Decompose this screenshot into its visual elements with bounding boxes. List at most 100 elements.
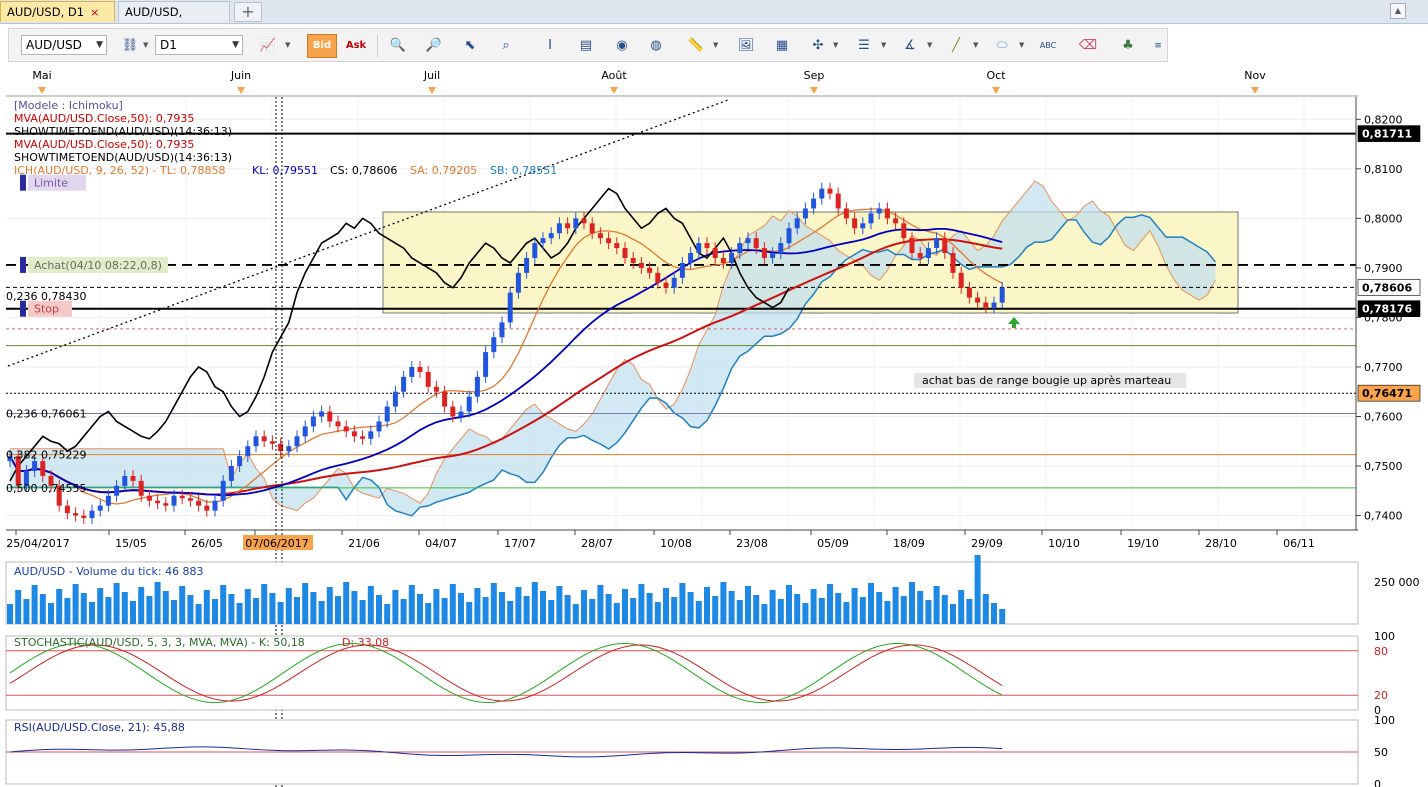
candle-body bbox=[351, 431, 357, 437]
candle-body bbox=[433, 386, 439, 392]
price-tag-label: 0,81711 bbox=[1362, 128, 1412, 141]
candle-body bbox=[712, 248, 718, 258]
volume-bar bbox=[499, 592, 505, 624]
candle-body bbox=[614, 243, 620, 249]
date-tick-label: 15/05 bbox=[115, 537, 147, 550]
volume-bar bbox=[851, 588, 858, 624]
date-tick-label: 26/05 bbox=[191, 537, 223, 550]
volume-bar bbox=[39, 594, 46, 624]
date-tick-label: 21/06 bbox=[348, 537, 380, 550]
candle-body bbox=[876, 208, 882, 214]
volume-bar bbox=[89, 602, 95, 624]
volume-bar bbox=[728, 591, 735, 624]
volume-bar bbox=[179, 586, 186, 624]
fib-label: 0,236 0,76061 bbox=[6, 408, 86, 421]
volume-bar bbox=[343, 582, 350, 624]
candle-body bbox=[909, 238, 915, 254]
volume-bar bbox=[761, 604, 768, 624]
candle-body bbox=[392, 391, 398, 407]
month-label: Oct bbox=[986, 69, 1006, 82]
volume-bar bbox=[15, 590, 22, 624]
fib-label: 0,500 0,74555 bbox=[6, 482, 86, 495]
stochastic-tick-label: 20 bbox=[1374, 689, 1388, 702]
volume-bar bbox=[244, 589, 251, 624]
month-label: Mai bbox=[32, 69, 51, 82]
volume-bar bbox=[736, 600, 743, 624]
candle-body bbox=[409, 366, 415, 377]
volume-bar bbox=[490, 583, 497, 624]
candle-body bbox=[852, 218, 858, 229]
volume-bar bbox=[269, 593, 276, 624]
volume-bar bbox=[335, 596, 341, 624]
candle-body bbox=[827, 188, 833, 194]
candle-body bbox=[122, 475, 128, 486]
order-handle bbox=[20, 256, 26, 273]
candle-body bbox=[843, 208, 849, 219]
candle-body bbox=[253, 436, 259, 447]
volume-bar bbox=[646, 593, 653, 624]
candle-body bbox=[655, 272, 661, 283]
date-tick-label: 10/08 bbox=[660, 537, 692, 550]
candle-body bbox=[942, 238, 948, 254]
volume-bar bbox=[294, 597, 300, 624]
volume-bar bbox=[843, 602, 850, 624]
candle-body bbox=[884, 208, 890, 219]
fib-label: 0,382 0,75229 bbox=[6, 449, 86, 462]
candle-body bbox=[360, 436, 366, 439]
volume-bar bbox=[884, 601, 891, 624]
candle-body bbox=[81, 515, 87, 519]
volume-bar bbox=[556, 586, 563, 624]
month-label: Sep bbox=[804, 69, 825, 82]
candle-body bbox=[384, 406, 390, 422]
volume-bar bbox=[868, 583, 874, 624]
volume-bar bbox=[777, 599, 784, 624]
candle-body bbox=[97, 505, 103, 511]
date-tick-label: 04/07 bbox=[425, 537, 457, 550]
candle-body bbox=[310, 416, 316, 427]
volume-bar bbox=[474, 588, 481, 624]
candle-body bbox=[483, 352, 489, 377]
volume-bar bbox=[613, 603, 620, 624]
candle-body bbox=[893, 218, 899, 224]
price-tick-label: 0,8100 bbox=[1364, 163, 1403, 176]
legend-entry: SHOWTIMETOEND(AUD/USD)(14:36:13) bbox=[14, 125, 232, 138]
candle-body bbox=[237, 456, 243, 467]
volume-bar bbox=[630, 598, 637, 624]
candle-body bbox=[737, 243, 743, 254]
candle-body bbox=[868, 213, 874, 224]
date-tick-label: 29/09 bbox=[971, 537, 1003, 550]
candle-body bbox=[745, 238, 751, 244]
candle-body bbox=[638, 262, 644, 268]
order-label: Limite bbox=[34, 177, 68, 190]
candle-body bbox=[343, 426, 349, 432]
candle-body bbox=[163, 503, 169, 506]
volume-bar bbox=[171, 600, 177, 624]
candle-body bbox=[327, 411, 333, 422]
candle-body bbox=[417, 366, 423, 372]
volume-bar bbox=[712, 596, 719, 624]
candle-body bbox=[606, 238, 612, 244]
volume-bar bbox=[351, 591, 358, 624]
candle-body bbox=[196, 500, 202, 506]
candle-body bbox=[524, 257, 530, 273]
volume-bar bbox=[794, 594, 801, 624]
candle-body bbox=[581, 218, 587, 224]
volume-bar bbox=[548, 600, 555, 624]
date-tick-label: 07/06/2017 bbox=[245, 537, 308, 550]
price-tick-label: 0,8200 bbox=[1364, 113, 1403, 126]
volume-bar bbox=[835, 593, 842, 624]
candle-body bbox=[597, 233, 603, 239]
stochastic-title: STOCHASTIC(AUD/USD, 5, 3, 3, MVA, MVA) -… bbox=[14, 636, 305, 649]
volume-bar bbox=[564, 595, 571, 624]
chart-area[interactable]: Mai Juin Juil Août Sep Oct Nov [Modele : Ichim… bbox=[0, 0, 1428, 787]
volume-bar bbox=[802, 603, 809, 624]
price-tick-label: 0,7900 bbox=[1364, 262, 1403, 275]
volume-bar bbox=[97, 588, 104, 624]
candle-body bbox=[302, 426, 308, 437]
legend-entry: MVA(AUD/USD.Close,50): 0,7935 bbox=[14, 138, 194, 151]
order-label: Stop bbox=[34, 303, 59, 316]
volume-bar bbox=[113, 583, 120, 624]
date-tick-label: 05/09 bbox=[817, 537, 849, 550]
candle-body bbox=[458, 411, 464, 417]
volume-bar bbox=[523, 596, 530, 624]
